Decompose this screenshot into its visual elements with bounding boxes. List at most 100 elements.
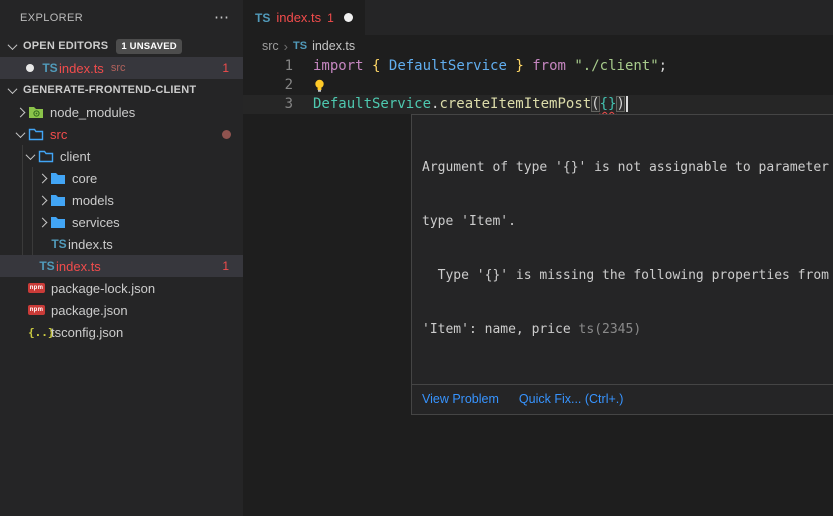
error-message-line: 'Item': name, price ts(2345) — [422, 321, 833, 339]
breadcrumb: src › TS index.ts — [243, 35, 833, 57]
tree-item-node-modules[interactable]: node_modules — [0, 101, 243, 123]
more-actions-icon[interactable]: ⋯ — [214, 10, 229, 25]
tree-item-label: index.ts — [68, 237, 113, 252]
code-editor[interactable]: 1 import { DefaultService } from "./clie… — [243, 57, 833, 114]
text-cursor — [626, 96, 628, 112]
tree-item-package-lock-json[interactable]: npm package-lock.json — [0, 277, 243, 299]
typescript-file-icon: TS — [50, 237, 68, 251]
chevron-down-icon — [7, 84, 17, 94]
chevron-down-icon — [7, 40, 17, 50]
code-token: DefaultService — [313, 96, 431, 112]
tree-item-core[interactable]: core — [0, 167, 243, 189]
tree-item-package-json[interactable]: npm package.json — [0, 299, 243, 321]
folder-error-dot — [222, 130, 231, 139]
code-token: } — [515, 58, 523, 74]
code-token: createItemItemPost — [439, 96, 591, 112]
chevron-right-icon — [37, 217, 47, 227]
breadcrumb-file[interactable]: index.ts — [312, 39, 355, 53]
code-text: import { DefaultService } from "./client… — [313, 57, 667, 76]
error-squiggle-token: {} — [600, 96, 617, 112]
code-token: from — [532, 58, 566, 74]
tree-item-tsconfig-json[interactable]: {..} tsconfig.json — [0, 321, 243, 343]
npm-icon: npm — [28, 305, 45, 315]
open-editor-file-path: src — [111, 62, 126, 74]
error-message-line: Argument of type '{}' is not assignable … — [422, 159, 833, 177]
open-editor-item-index-ts[interactable]: TS index.ts src 1 — [0, 57, 243, 79]
typescript-file-icon: TS — [293, 40, 307, 52]
code-text — [313, 76, 326, 95]
line-number: 2 — [243, 76, 293, 95]
open-folder-icon — [28, 127, 44, 141]
open-folder-icon — [38, 149, 54, 163]
code-text: DefaultService.createItemItemPost({}) — [313, 95, 628, 114]
vscode-window: EXPLORER ⋯ OPEN EDITORS 1 UNSAVED TS ind… — [0, 0, 833, 516]
tree-item-label: services — [72, 215, 120, 230]
node-modules-folder-icon — [28, 105, 44, 119]
unsaved-dot-icon — [26, 64, 34, 72]
npm-icon: npm — [28, 283, 45, 293]
code-token: ; — [659, 58, 667, 74]
explorer-sidebar: EXPLORER ⋯ OPEN EDITORS 1 UNSAVED TS ind… — [0, 0, 243, 516]
open-editors-label: OPEN EDITORS — [23, 40, 108, 52]
error-count-badge: 1 — [222, 259, 229, 273]
tree-item-label: src — [50, 127, 67, 142]
error-code: ts(2345) — [579, 322, 642, 337]
tree-item-client[interactable]: client — [0, 145, 243, 167]
folder-icon — [50, 171, 66, 185]
code-line-1: 1 import { DefaultService } from "./clie… — [243, 57, 833, 76]
tab-error-count: 1 — [327, 11, 334, 25]
workspace-section-header[interactable]: GENERATE-FRONTEND-CLIENT — [0, 79, 243, 101]
tab-label: index.ts — [276, 10, 321, 25]
tree-item-label: tsconfig.json — [51, 325, 123, 340]
tree-item-src[interactable]: src — [0, 123, 243, 145]
error-message: Argument of type '{}' is not assignable … — [412, 115, 833, 384]
workspace-name: GENERATE-FRONTEND-CLIENT — [23, 84, 196, 96]
error-message-line: Type '{}' is missing the following prope… — [422, 267, 833, 285]
typescript-file-icon: TS — [255, 11, 270, 25]
tree-item-label: node_modules — [50, 105, 135, 120]
code-line-3: 3 DefaultService.createItemItemPost({}) — [243, 95, 833, 114]
unsaved-badge: 1 UNSAVED — [116, 39, 181, 54]
code-line-2: 2 — [243, 76, 833, 95]
tree-item-client-index-ts[interactable]: TS index.ts — [0, 233, 243, 255]
view-problem-link[interactable]: View Problem — [422, 392, 499, 406]
explorer-title: EXPLORER — [20, 12, 214, 24]
tab-index-ts[interactable]: TS index.ts 1 — [243, 0, 365, 35]
chevron-right-icon — [37, 195, 47, 205]
file-tree: node_modules src client — [0, 101, 243, 343]
explorer-header: EXPLORER ⋯ — [0, 0, 243, 35]
json-braces-icon: {..} — [28, 326, 45, 339]
chevron-right-icon — [15, 107, 25, 117]
chevron-down-icon — [15, 128, 25, 138]
unsaved-dot-icon[interactable] — [344, 13, 353, 22]
tree-item-label: index.ts — [56, 259, 101, 274]
folder-icon — [50, 215, 66, 229]
code-token: import — [313, 58, 364, 74]
code-token: DefaultService — [389, 58, 507, 74]
line-number: 3 — [243, 95, 293, 114]
code-token: "./client" — [574, 58, 658, 74]
error-count-badge: 1 — [222, 61, 229, 75]
breadcrumb-folder[interactable]: src — [262, 39, 279, 53]
open-editor-file-name: index.ts — [59, 61, 104, 76]
folder-icon — [50, 193, 66, 207]
tab-bar: TS index.ts 1 — [243, 0, 833, 35]
chevron-down-icon — [25, 150, 35, 160]
typescript-file-icon: TS — [41, 61, 59, 75]
tree-item-models[interactable]: models — [0, 189, 243, 211]
tree-item-label: package.json — [51, 303, 128, 318]
line-number: 1 — [243, 57, 293, 76]
chevron-right-icon: › — [284, 39, 288, 54]
open-editors-section-header[interactable]: OPEN EDITORS 1 UNSAVED — [0, 35, 243, 57]
quick-fix-link[interactable]: Quick Fix... (Ctrl+.) — [519, 392, 624, 406]
lightbulb-icon[interactable] — [313, 79, 326, 93]
tree-item-services[interactable]: services — [0, 211, 243, 233]
code-token: ) — [616, 96, 624, 112]
tooltip-actions: View Problem Quick Fix... (Ctrl+.) — [412, 384, 833, 414]
tree-item-label: core — [72, 171, 97, 186]
tree-item-src-index-ts[interactable]: TS index.ts 1 — [0, 255, 243, 277]
tree-item-label: package-lock.json — [51, 281, 155, 296]
typescript-file-icon: TS — [38, 259, 56, 273]
error-message-line: type 'Item'. — [422, 213, 833, 231]
chevron-right-icon — [37, 173, 47, 183]
